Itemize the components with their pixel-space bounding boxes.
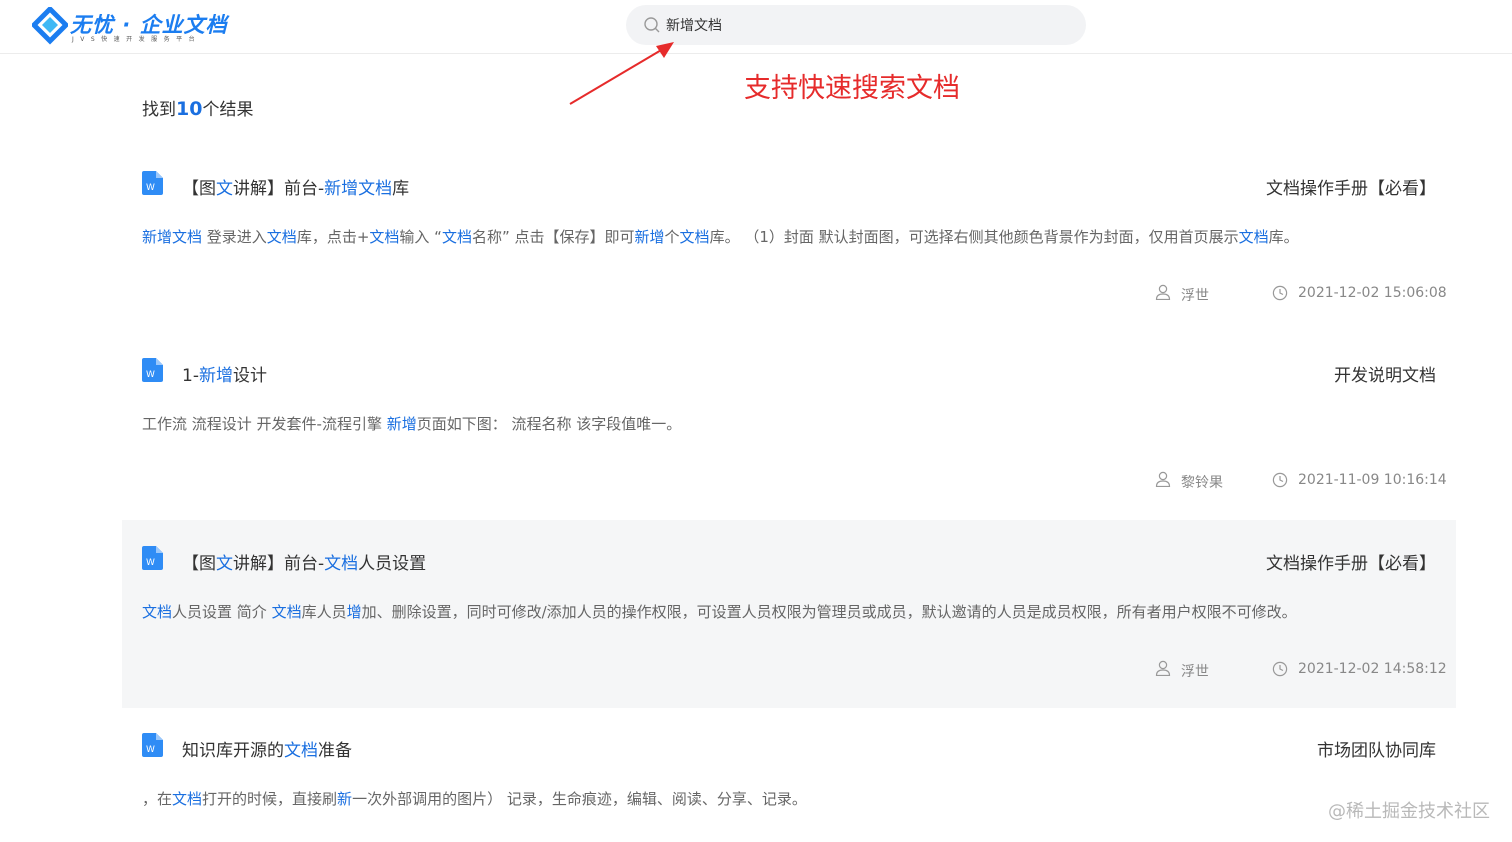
svg-text:W: W bbox=[146, 558, 155, 568]
text-segment: 人员设置 简介 bbox=[172, 603, 272, 621]
highlight-term: 文档 bbox=[1238, 228, 1269, 246]
text-segment: 知识库开源的 bbox=[182, 741, 284, 761]
highlight-term: 文档 bbox=[441, 228, 472, 246]
text-segment: 库人员 bbox=[301, 603, 347, 621]
user-icon bbox=[1155, 471, 1171, 487]
word-doc-icon: W bbox=[142, 171, 163, 195]
result-item[interactable]: W 知识库开源的文档准备 市场团队协同库 ，在文档打开的时候，直接刷新一次外部调… bbox=[122, 719, 1456, 842]
text-segment: 加、删除设置，同时可修改/添加人员的操作权限，可设置人员权限为管理员或成员，默认… bbox=[361, 603, 1297, 621]
result-count: 找到10个结果 bbox=[142, 95, 253, 120]
clock-icon bbox=[1272, 661, 1288, 677]
text-segment: 工作流 流程设计 开发套件-流程引擎 bbox=[142, 415, 387, 433]
highlight-term: 文档 bbox=[271, 603, 302, 621]
search-icon bbox=[644, 17, 660, 33]
result-snippet: 工作流 流程设计 开发套件-流程引擎 新增页面如下图： 流程名称 该字段值唯一。 bbox=[142, 413, 1442, 434]
highlight-term: 文档 bbox=[172, 790, 203, 808]
highlight-term: 文 bbox=[216, 554, 233, 574]
logo-diamond-icon bbox=[32, 7, 68, 45]
text-segment: 【图 bbox=[182, 554, 216, 574]
result-time: 2021-12-02 15:06:08 bbox=[1298, 285, 1447, 301]
svg-text:W: W bbox=[146, 745, 155, 755]
word-doc-icon: W bbox=[142, 358, 163, 382]
text-segment: 库 bbox=[392, 179, 410, 199]
text-segment: 库。 bbox=[1268, 228, 1299, 246]
text-segment: 库，点击+ bbox=[296, 228, 370, 246]
highlight-term: 文档 bbox=[324, 554, 359, 574]
result-item[interactable]: W 【图文讲解】前台-新增文档库 文档操作手册【必看】 新增文档 登录进入文档库… bbox=[122, 157, 1456, 345]
text-segment: 准备 bbox=[318, 741, 352, 761]
highlight-term: 文档 bbox=[266, 228, 297, 246]
highlight-term: 文档 bbox=[142, 603, 173, 621]
text-segment: 1- bbox=[182, 366, 199, 386]
logo-subtitle: JVS快速开发服务平台 bbox=[72, 36, 202, 43]
result-snippet: 新增文档 登录进入文档库，点击+文档输入 “文档名称” 点击【保存】即可新增个文… bbox=[142, 226, 1442, 247]
top-header: 无忧 · 企业文档 JVS快速开发服务平台 bbox=[0, 0, 1512, 54]
highlight-term: 新 bbox=[337, 790, 353, 808]
text-segment: 一次外部调用的图片） 记录，生命痕迹，编辑、阅读、分享、记录。 bbox=[352, 790, 807, 808]
text-segment: 讲解】前台- bbox=[233, 179, 325, 199]
result-author: 浮世 bbox=[1181, 288, 1209, 304]
text-segment: 设计 bbox=[232, 366, 267, 386]
text-segment: 打开的时候，直接刷 bbox=[202, 790, 338, 808]
text-segment: 页面如下图： 流程名称 该字段值唯一。 bbox=[416, 415, 682, 433]
highlight-term: 新增 bbox=[198, 366, 233, 386]
search-box[interactable] bbox=[626, 5, 1086, 45]
result-count-prefix: 找到 bbox=[142, 100, 176, 120]
highlight-term: 文档 bbox=[369, 228, 400, 246]
result-snippet: ，在文档打开的时候，直接刷新一次外部调用的图片） 记录，生命痕迹，编辑、阅读、分… bbox=[142, 788, 1442, 809]
text-segment: 【图 bbox=[182, 179, 216, 199]
text-segment: ，在 bbox=[142, 790, 173, 808]
result-time: 2021-11-09 10:16:14 bbox=[1298, 472, 1447, 488]
word-doc-icon: W bbox=[142, 546, 163, 570]
app-logo[interactable]: 无忧 · 企业文档 JVS快速开发服务平台 bbox=[32, 7, 232, 47]
result-author: 浮世 bbox=[1181, 664, 1209, 680]
result-time: 2021-12-02 14:58:12 bbox=[1298, 661, 1447, 677]
annotation-arrow bbox=[569, 42, 674, 105]
svg-text:W: W bbox=[146, 370, 155, 380]
result-item[interactable]: W 1-新增设计 开发说明文档 工作流 流程设计 开发套件-流程引擎 新增页面如… bbox=[122, 344, 1456, 532]
result-title[interactable]: 【图文讲解】前台-文档人员设置 bbox=[182, 549, 426, 574]
user-icon bbox=[1155, 284, 1171, 300]
highlight-term: 增 bbox=[346, 603, 362, 621]
svg-text:W: W bbox=[146, 183, 155, 193]
highlight-term: 新增 bbox=[634, 228, 665, 246]
clock-icon bbox=[1272, 285, 1288, 301]
clock-icon bbox=[1272, 472, 1288, 488]
highlight-term: 文档 bbox=[284, 741, 318, 761]
text-segment: 讲解】前台- bbox=[233, 554, 325, 574]
user-icon bbox=[1155, 660, 1171, 676]
text-segment: 输入 “ bbox=[399, 228, 442, 246]
result-title[interactable]: 知识库开源的文档准备 bbox=[182, 736, 352, 761]
result-category[interactable]: 开发说明文档 bbox=[1334, 361, 1436, 386]
result-snippet: 文档人员设置 简介 文档库人员增加、删除设置，同时可修改/添加人员的操作权限，可… bbox=[142, 601, 1442, 622]
highlight-term: 新增文档 bbox=[324, 179, 393, 199]
word-doc-icon: W bbox=[142, 733, 163, 757]
text-segment: 登录进入 bbox=[202, 228, 267, 246]
highlight-term: 文档 bbox=[679, 228, 710, 246]
watermark: @稀土掘金技术社区 bbox=[1328, 801, 1490, 822]
annotation-text: 支持快速搜索文档 bbox=[744, 73, 960, 104]
result-count-suffix: 个结果 bbox=[202, 100, 254, 120]
text-segment: 名称” 点击【保存】即可 bbox=[471, 228, 635, 246]
result-title[interactable]: 1-新增设计 bbox=[182, 361, 267, 386]
result-category[interactable]: 文档操作手册【必看】 bbox=[1266, 174, 1436, 199]
result-author: 黎铃果 bbox=[1181, 475, 1223, 491]
result-title[interactable]: 【图文讲解】前台-新增文档库 bbox=[182, 174, 409, 199]
highlight-term: 新增 bbox=[386, 415, 417, 433]
result-item[interactable]: W 【图文讲解】前台-文档人员设置 文档操作手册【必看】 文档人员设置 简介 文… bbox=[122, 520, 1456, 708]
text-segment: 人员设置 bbox=[358, 554, 427, 574]
highlight-term: 文 bbox=[216, 179, 233, 199]
result-category[interactable]: 文档操作手册【必看】 bbox=[1266, 549, 1436, 574]
text-segment: 库。 （1）封面 默认封面图，可选择右侧其他颜色背景作为封面，仅用首页展示 bbox=[709, 228, 1239, 246]
result-count-number: 10 bbox=[176, 98, 203, 120]
highlight-term: 新增文档 bbox=[142, 228, 203, 246]
search-input[interactable] bbox=[666, 5, 1066, 45]
result-category[interactable]: 市场团队协同库 bbox=[1317, 736, 1436, 761]
text-segment: 个 bbox=[664, 228, 680, 246]
